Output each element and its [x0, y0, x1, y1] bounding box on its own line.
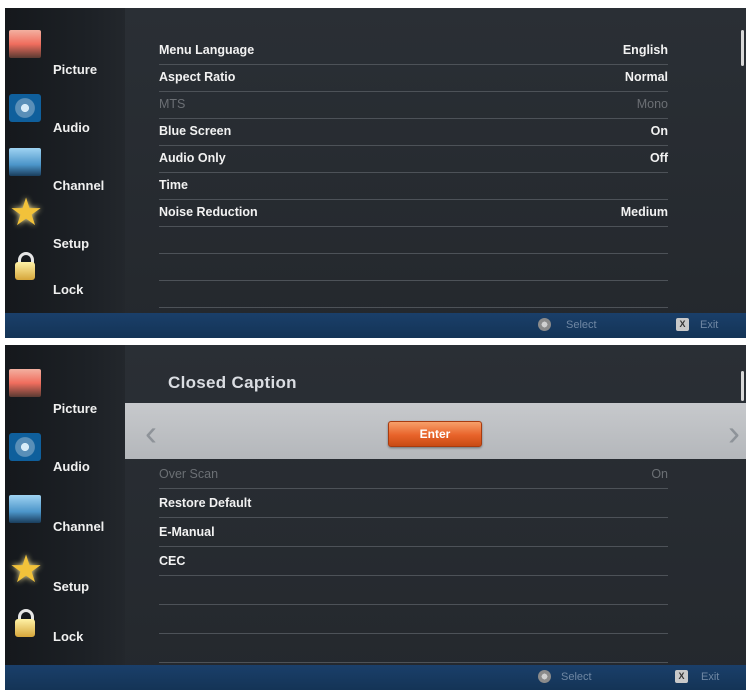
speaker-icon — [9, 94, 41, 122]
row-label: CEC — [159, 554, 186, 568]
row-label: Over Scan — [159, 467, 219, 481]
row-label: E-Manual — [159, 525, 215, 539]
sidebar-item-label: Channel — [53, 178, 105, 193]
sidebar-item-picture[interactable]: Picture — [5, 363, 125, 419]
footer-bar: Select X Exit — [5, 313, 746, 338]
sidebar-item-label: Audio — [53, 120, 90, 135]
closed-caption-screen: Picture Audio Channel ★ Setup Lock Close… — [5, 345, 746, 690]
padlock-icon — [9, 252, 41, 280]
menu-row-mts: MTS Mono — [159, 91, 668, 119]
row-label: Blue Screen — [159, 124, 232, 138]
sidebar-item-picture[interactable]: Picture — [5, 28, 125, 84]
speaker-icon — [9, 433, 41, 461]
sidebar-item-label: Picture — [53, 62, 98, 77]
row-value: Medium — [620, 205, 668, 219]
row-label: Restore Default — [159, 496, 252, 510]
empty-row — [159, 226, 668, 254]
menu-row-aspect-ratio[interactable]: Aspect Ratio Normal — [159, 64, 668, 92]
menu-row-menu-language[interactable]: Menu Language English — [159, 37, 668, 65]
exit-key-icon: X — [675, 670, 688, 683]
satellite-dish-icon — [9, 148, 41, 176]
sidebar-item-label: Lock — [53, 282, 84, 297]
sidebar-item-lock[interactable]: Lock — [5, 252, 125, 310]
sidebar-item-label: Picture — [53, 401, 98, 416]
joystick-icon — [538, 318, 551, 331]
empty-row — [159, 635, 668, 663]
empty-row — [159, 280, 668, 308]
satellite-dish-icon — [9, 495, 41, 523]
sidebar-item-setup[interactable]: ★ Setup — [5, 549, 125, 611]
menu-row-restore-default[interactable]: Restore Default — [159, 490, 668, 518]
sidebar-item-channel[interactable]: Channel — [5, 493, 125, 549]
sidebar-item-setup[interactable]: ★ Setup — [5, 192, 125, 254]
empty-row — [159, 253, 668, 281]
row-value: On — [651, 467, 668, 481]
empty-row — [159, 577, 668, 605]
joystick-icon — [538, 670, 551, 683]
menu-row-time[interactable]: Time — [159, 172, 668, 200]
exit-hint: Exit — [700, 319, 719, 331]
row-value: English — [622, 43, 668, 57]
menu-row-blue-screen[interactable]: Blue Screen On — [159, 118, 668, 146]
row-value: Mono — [636, 97, 668, 111]
picture-icon — [9, 30, 41, 58]
sidebar-item-label: Audio — [53, 459, 90, 474]
setup-menu-screen: Picture Audio Channel ★ Setup Lock Menu … — [5, 8, 746, 338]
exit-key-icon: X — [676, 318, 689, 331]
sidebar-item-lock[interactable]: Lock — [5, 607, 125, 663]
empty-row — [159, 606, 668, 634]
row-label: Time — [159, 178, 188, 192]
sidebar-item-label: Setup — [53, 236, 90, 251]
menu-row-e-manual[interactable]: E-Manual — [159, 519, 668, 547]
sidebar-item-audio[interactable]: Audio — [5, 94, 125, 150]
chevron-right-icon[interactable]: › — [728, 415, 740, 451]
menu-row-over-scan: Over Scan On — [159, 461, 668, 489]
sidebar-item-label: Setup — [53, 579, 90, 594]
settings-list: Menu Language English Aspect Ratio Norma… — [132, 8, 728, 313]
picture-icon — [9, 369, 41, 397]
row-value: Normal — [624, 70, 668, 84]
scrollbar[interactable] — [741, 30, 744, 66]
padlock-icon — [9, 609, 41, 637]
exit-hint: Exit — [701, 671, 720, 683]
menu-row-noise-reduction[interactable]: Noise Reduction Medium — [159, 199, 668, 227]
menu-row-audio-only[interactable]: Audio Only Off — [159, 145, 668, 173]
select-hint: Select — [561, 671, 592, 683]
footer-bar: Select X Exit — [5, 665, 746, 690]
caption-options-list: Over Scan On Restore Default E-Manual CE… — [132, 345, 728, 665]
row-value: Off — [649, 151, 668, 165]
sidebar-item-label: Channel — [53, 519, 105, 534]
category-sidebar: Picture Audio Channel ★ Setup Lock — [5, 8, 125, 313]
scrollbar[interactable] — [741, 371, 744, 401]
sidebar-item-label: Lock — [53, 629, 84, 644]
star-icon: ★ — [9, 549, 44, 591]
row-label: Noise Reduction — [159, 205, 258, 219]
row-label: Aspect Ratio — [159, 70, 236, 84]
row-label: MTS — [159, 97, 186, 111]
category-sidebar: Picture Audio Channel ★ Setup Lock — [5, 345, 125, 665]
row-value: On — [650, 124, 668, 138]
menu-row-cec[interactable]: CEC — [159, 548, 668, 576]
row-label: Menu Language — [159, 43, 255, 57]
row-label: Audio Only — [159, 151, 226, 165]
sidebar-item-audio[interactable]: Audio — [5, 433, 125, 489]
star-icon: ★ — [9, 192, 44, 234]
select-hint: Select — [566, 319, 597, 331]
